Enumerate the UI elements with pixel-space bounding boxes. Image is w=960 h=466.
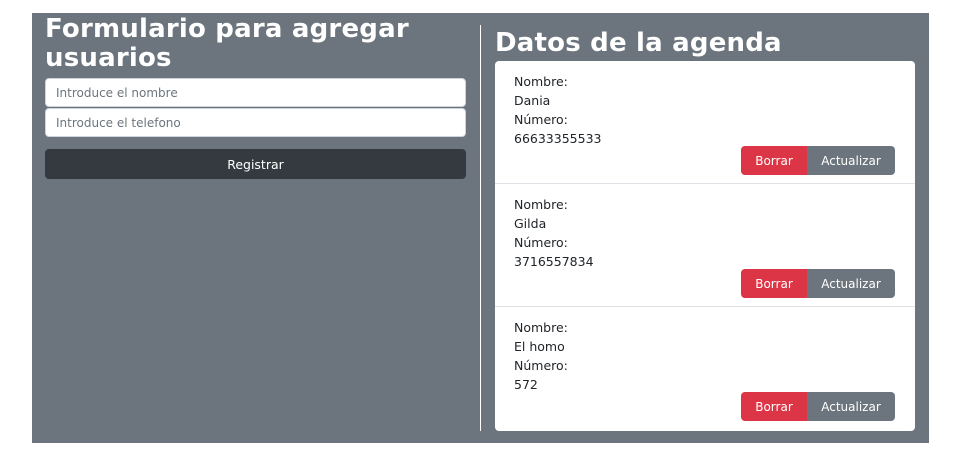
main-panel: Formulario para agregar usuarios Registr…: [32, 13, 929, 443]
name-label: Nombre:: [514, 197, 568, 212]
contact-name: Dania: [514, 93, 551, 108]
number-label: Número:: [514, 112, 568, 127]
name-label: Nombre:: [514, 320, 568, 335]
contact-name: Gilda: [514, 216, 547, 231]
agenda-title: Datos de la agenda: [495, 28, 782, 58]
contact-item: Nombre: El homo Número: 572 Borrar Actua…: [495, 307, 915, 430]
update-button[interactable]: Actualizar: [807, 269, 895, 298]
contact-number: 66633355533: [514, 131, 602, 146]
number-label: Número:: [514, 358, 568, 373]
update-button[interactable]: Actualizar: [807, 392, 895, 421]
contact-number: 3716557834: [514, 254, 594, 269]
contact-name: El homo: [514, 339, 565, 354]
contact-item: Nombre: Gilda Número: 3716557834 Borrar …: [495, 184, 915, 307]
name-label: Nombre:: [514, 74, 568, 89]
delete-button[interactable]: Borrar: [741, 269, 807, 298]
name-input[interactable]: [45, 78, 466, 107]
contact-list: Nombre: Dania Número: 66633355533 Borrar…: [495, 61, 915, 431]
phone-input[interactable]: [45, 108, 466, 137]
number-label: Número:: [514, 235, 568, 250]
column-divider: [480, 25, 481, 431]
register-button[interactable]: Registrar: [45, 149, 466, 179]
contact-number: 572: [514, 377, 538, 392]
contact-item: Nombre: Dania Número: 66633355533 Borrar…: [495, 61, 915, 184]
delete-button[interactable]: Borrar: [741, 146, 807, 175]
delete-button[interactable]: Borrar: [741, 392, 807, 421]
update-button[interactable]: Actualizar: [807, 146, 895, 175]
form-title: Formulario para agregar usuarios: [45, 14, 409, 73]
